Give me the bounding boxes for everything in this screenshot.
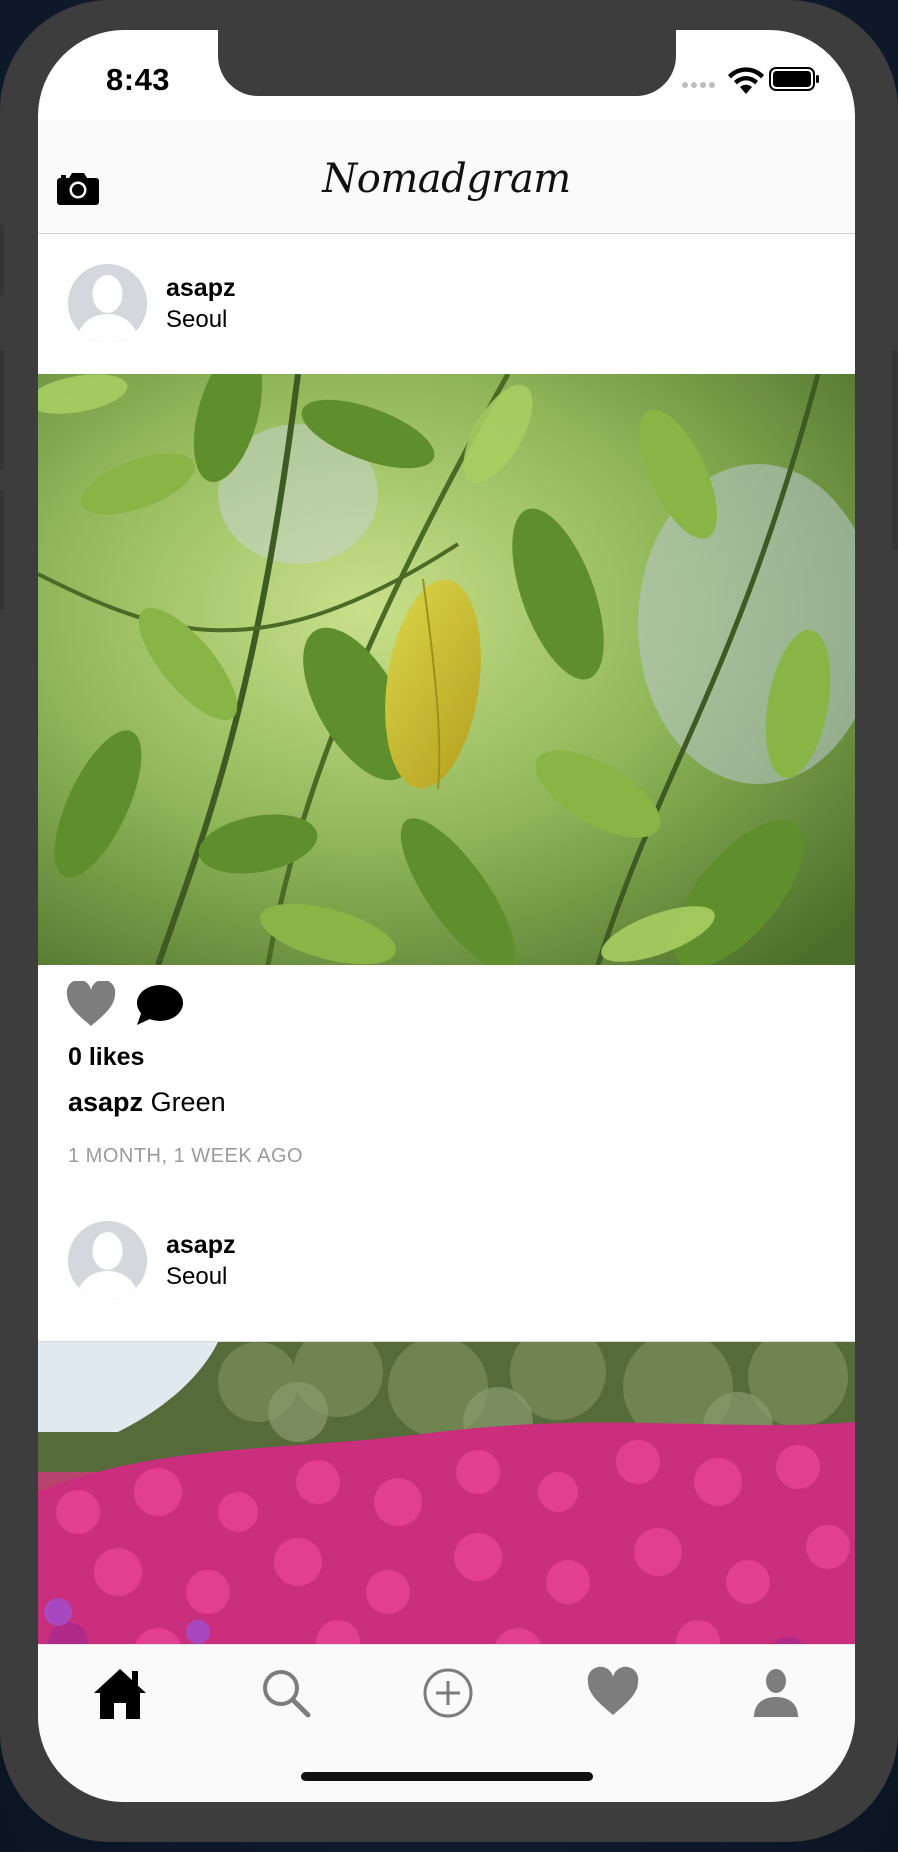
post-timestamp: 1 MONTH, 1 WEEK AGO: [68, 1145, 304, 1167]
notch: [218, 30, 676, 96]
caption-text: Green: [150, 1087, 226, 1117]
post-location: Seoul: [166, 1263, 228, 1290]
heart-icon[interactable]: [66, 981, 116, 1027]
search-icon[interactable]: [256, 1663, 316, 1723]
post-caption: asapz Green: [68, 1087, 226, 1118]
post-header: asapz Seoul: [38, 1201, 855, 1341]
profile-icon[interactable]: [746, 1663, 806, 1723]
avatar[interactable]: [68, 264, 147, 343]
status-time: 8:43: [106, 62, 171, 97]
heart-icon[interactable]: [583, 1663, 643, 1723]
home-indicator[interactable]: [301, 1772, 593, 1781]
caption-username[interactable]: asapz: [68, 1087, 143, 1117]
mute-switch: [0, 225, 4, 295]
post-username[interactable]: asapz: [166, 274, 235, 303]
post-actions: 0 likes asapz Green 1 MONTH, 1 WEEK AGO: [38, 965, 855, 1201]
post-username[interactable]: asapz: [166, 1231, 235, 1260]
power-button: [892, 350, 898, 550]
volume-up-button: [0, 350, 4, 470]
battery-icon: [769, 67, 819, 91]
volume-down-button: [0, 490, 4, 610]
post-location: Seoul: [166, 306, 228, 333]
app-logo: Nomadgram: [322, 156, 571, 202]
default-avatar-icon: [68, 1221, 147, 1300]
default-avatar-icon: [68, 264, 147, 343]
avatar[interactable]: [68, 1221, 147, 1300]
comment-icon[interactable]: [134, 983, 184, 1029]
app-screen: 8:43 Nomadgram asapz Seoul 0 likes asapz…: [38, 30, 855, 1802]
wifi-icon: [728, 67, 764, 94]
likes-count[interactable]: 0 likes: [68, 1043, 144, 1072]
post-header: asapz Seoul: [38, 234, 855, 374]
add-icon[interactable]: [418, 1663, 478, 1723]
post-photo-flowers[interactable]: [38, 1341, 855, 1682]
top-navigation-bar: Nomadgram: [38, 120, 855, 234]
device-frame: 8:43 Nomadgram asapz Seoul 0 likes asapz…: [0, 0, 898, 1842]
photo-feed: asapz Seoul 0 likes asapz Green 1 MONTH,…: [38, 234, 855, 1682]
home-icon[interactable]: [90, 1663, 150, 1723]
post-photo-leaves[interactable]: [38, 374, 855, 965]
cellular-signal-icon: [682, 82, 715, 88]
